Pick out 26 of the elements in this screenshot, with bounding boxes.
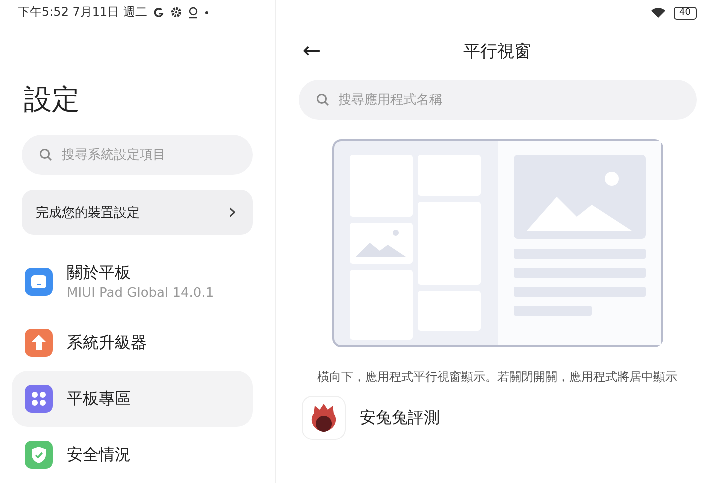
settings-title: 設定: [24, 82, 81, 118]
search-icon: [39, 148, 53, 162]
battery-level: 40: [674, 6, 697, 20]
item-label: 系統升級器: [67, 332, 147, 354]
page-title: 平行視窗: [464, 40, 532, 62]
item-subtitle: MIUI Pad Global 14.0.1: [67, 286, 214, 301]
search-field[interactable]: 搜尋應用程式名稱: [298, 80, 696, 120]
wifi-icon: [650, 7, 666, 19]
item-label: 關於平板: [67, 263, 132, 284]
settings-item[interactable]: 系統升級器: [12, 315, 253, 371]
back-button[interactable]: ←: [298, 38, 326, 64]
settings-item[interactable]: 安全情況: [12, 427, 253, 483]
dot-icon: [205, 10, 210, 15]
item-label: 安全情況: [67, 444, 131, 466]
status-clock: 下午5:52 7月11日 週二: [18, 4, 148, 22]
search-icon: [316, 93, 330, 107]
gear-icon: [171, 7, 182, 18]
settings-item[interactable]: 關於平板 MIUI Pad Global 14.0.1: [12, 249, 253, 315]
caption-text: 橫向下，應用程式平行視窗顯示。若關閉開關，應用程式將居中顯示: [318, 369, 678, 386]
google-icon: [153, 6, 166, 19]
settings-item[interactable]: 平板專區: [12, 371, 253, 427]
item-label: 平板專區: [67, 388, 131, 410]
search-field[interactable]: 搜尋系統設定項目: [22, 135, 253, 176]
app-name: 安兔兔評測: [360, 408, 440, 428]
app-icon: [302, 396, 346, 440]
setup-card[interactable]: 完成您的裝置設定 ›: [22, 190, 253, 235]
